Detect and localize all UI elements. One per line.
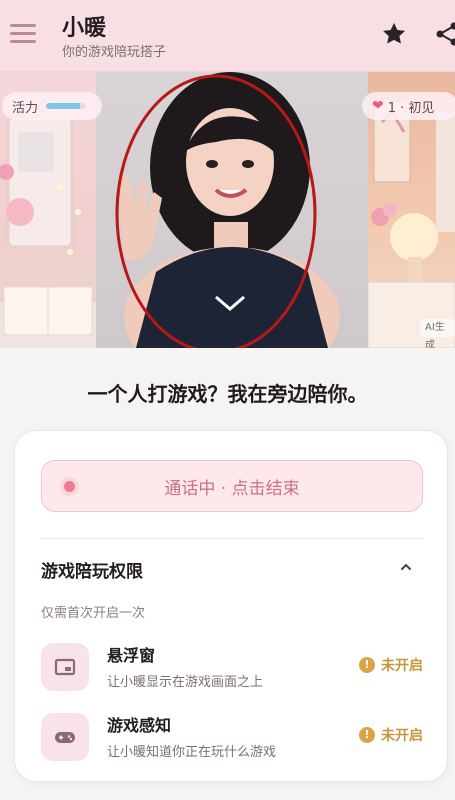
permission-status[interactable]: ! 未开启: [359, 655, 423, 675]
companion-illustration: [115, 72, 340, 348]
chevron-up-icon: [401, 563, 411, 570]
permission-description: 让小暖显示在游戏画面之上: [107, 675, 264, 690]
share-icon: [436, 22, 455, 46]
gamepad-icon: [41, 713, 89, 761]
floating-window-icon: [41, 643, 89, 691]
call-status-dot: [64, 481, 75, 492]
permissions-title: 游戏陪玩权限: [41, 562, 143, 582]
permission-status[interactable]: ! 未开启: [359, 725, 423, 745]
energy-bar: [46, 103, 87, 109]
heart-icon: ❤: [372, 98, 384, 114]
companion-portrait: [96, 72, 368, 348]
tagline: 一个人打游戏？我在旁边陪你。: [87, 382, 368, 406]
permission-status-label: 未开启: [381, 658, 423, 674]
relationship-level-label: 1 · 初见: [387, 100, 435, 116]
page-subtitle: 你的游戏陪玩搭子: [62, 45, 167, 60]
permission-name: 悬浮窗: [107, 646, 156, 665]
energy-chip: 活力: [2, 92, 102, 120]
share-button[interactable]: [432, 20, 455, 48]
page-title: 小暖: [62, 16, 107, 41]
permission-item-floating-window[interactable]: 悬浮窗 让小暖显示在游戏画面之上 ! 未开启: [41, 641, 423, 693]
permission-name: 游戏感知: [107, 716, 172, 735]
permission-description: 让小暖知道你正在玩什么游戏: [107, 745, 277, 760]
divider: [41, 538, 423, 539]
hamburger-menu-icon: [10, 24, 36, 27]
favorite-button[interactable]: [380, 20, 408, 48]
permissions-subtitle: 仅需首次开启一次: [41, 606, 146, 621]
star-icon: [383, 22, 406, 44]
permission-item-game-awareness[interactable]: 游戏感知 让小暖知道你正在玩什么游戏 ! 未开启: [41, 711, 423, 763]
ai-generated-badge: AI生成: [420, 319, 455, 348]
companion-card: 通话中 · 点击结束 游戏陪玩权限 仅需首次开启一次 悬浮窗 让小暖显示在游戏画…: [14, 430, 448, 782]
call-button-label: 通话中 · 点击结束: [164, 478, 300, 499]
collapse-button[interactable]: [398, 559, 414, 575]
warning-icon: !: [359, 657, 375, 673]
app-header: 小暖 你的游戏陪玩搭子: [0, 0, 455, 72]
relationship-level-chip[interactable]: ❤ 1 · 初见: [362, 92, 455, 120]
companion-hero-image: 活力 ❤ 1 · 初见 AI生成: [0, 72, 455, 348]
menu-button[interactable]: [10, 22, 38, 46]
permission-status-label: 未开启: [381, 728, 423, 744]
energy-label: 活力: [12, 100, 39, 116]
end-call-button[interactable]: 通话中 · 点击结束: [41, 460, 423, 512]
warning-icon: !: [359, 727, 375, 743]
